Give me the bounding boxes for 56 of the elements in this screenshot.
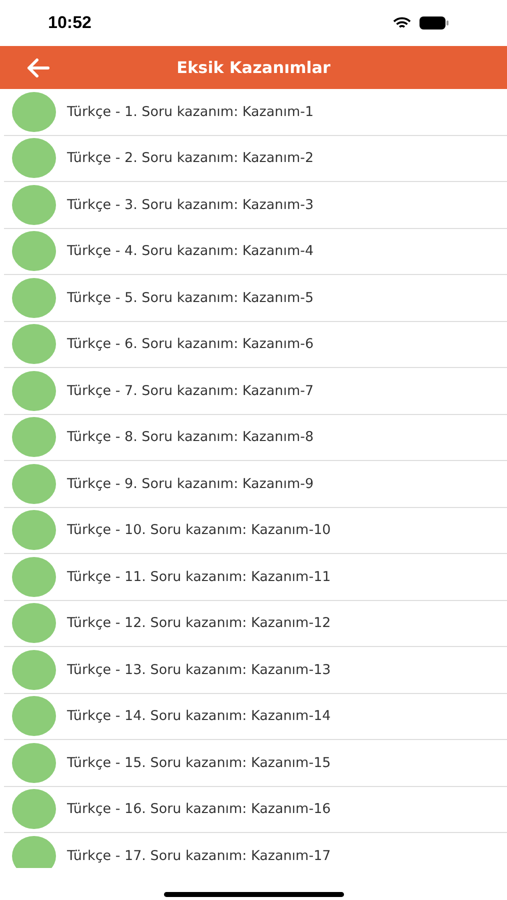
list-item[interactable]: Türkçe - 14. Soru kazanım: Kazanım-14 xyxy=(4,694,507,740)
item-text: Türkçe - 15. Soru kazanım: Kazanım-15 xyxy=(67,754,331,771)
item-text: Türkçe - 11. Soru kazanım: Kazanım-11 xyxy=(67,568,331,585)
item-text: Türkçe - 4. Soru kazanım: Kazanım-4 xyxy=(67,243,314,260)
list-item[interactable]: Türkçe - 11. Soru kazanım: Kazanım-11 xyxy=(4,554,507,600)
item-text: Türkçe - 10. Soru kazanım: Kazanım-10 xyxy=(67,522,331,538)
list-item[interactable]: Türkçe - 10. Soru kazanım: Kazanım-10 xyxy=(4,508,507,554)
list-item[interactable]: Türkçe - 3. Soru kazanım: Kazanım-3 xyxy=(4,182,507,228)
status-dot xyxy=(12,324,56,364)
status-dot xyxy=(12,92,56,132)
status-dot xyxy=(12,278,56,318)
status-dot xyxy=(12,417,56,458)
wifi-icon xyxy=(393,16,411,30)
status-dot xyxy=(12,184,56,225)
status-dot xyxy=(12,603,56,644)
item-text: Türkçe - 12. Soru kazanım: Kazanım-12 xyxy=(67,615,331,632)
list-item[interactable]: Türkçe - 5. Soru kazanım: Kazanım-5 xyxy=(4,275,507,322)
item-text: Türkçe - 13. Soru kazanım: Kazanım-13 xyxy=(67,662,331,678)
item-text: Türkçe - 9. Soru kazanım: Kazanım-9 xyxy=(67,476,314,492)
list-item[interactable]: Türkçe - 4. Soru kazanım: Kazanım-4 xyxy=(4,228,507,275)
status-dot xyxy=(12,231,56,272)
list-item[interactable]: Türkçe - 16. Soru kazanım: Kazanım-16 xyxy=(4,786,507,833)
back-arrow-icon xyxy=(26,58,50,78)
status-dot xyxy=(12,696,56,736)
status-dot xyxy=(12,556,56,597)
list-item[interactable]: Türkçe - 1. Soru kazanım: Kazanım-1 xyxy=(4,89,507,136)
item-text: Türkçe - 7. Soru kazanım: Kazanım-7 xyxy=(67,382,314,399)
status-dot xyxy=(12,650,56,690)
status-time: 10:52 xyxy=(48,13,92,33)
header-title: Eksik Kazanımlar xyxy=(176,58,330,77)
list-item[interactable]: Türkçe - 6. Soru kazanım: Kazanım-6 xyxy=(4,322,507,368)
status-dot xyxy=(12,370,56,411)
item-text: Türkçe - 6. Soru kazanım: Kazanım-6 xyxy=(67,336,314,352)
list-item[interactable]: Türkçe - 13. Soru kazanım: Kazanım-13 xyxy=(4,647,507,694)
status-dot xyxy=(12,789,56,830)
list-item[interactable]: Türkçe - 15. Soru kazanım: Kazanım-15 xyxy=(4,740,507,786)
item-text: Türkçe - 17. Soru kazanım: Kazanım-17 xyxy=(67,848,331,864)
list-item[interactable]: Türkçe - 17. Soru kazanım: Kazanım-17 xyxy=(4,833,507,868)
status-dot xyxy=(12,510,56,550)
status-dot xyxy=(12,836,56,868)
list-item[interactable]: Türkçe - 2. Soru kazanım: Kazanım-2 xyxy=(4,136,507,182)
item-text: Türkçe - 3. Soru kazanım: Kazanım-3 xyxy=(67,196,314,213)
item-text: Türkçe - 16. Soru kazanım: Kazanım-16 xyxy=(67,801,331,818)
item-text: Türkçe - 5. Soru kazanım: Kazanım-5 xyxy=(67,290,314,306)
status-dot xyxy=(12,742,56,783)
item-text: Türkçe - 2. Soru kazanım: Kazanım-2 xyxy=(67,150,314,166)
list-item[interactable]: Türkçe - 9. Soru kazanım: Kazanım-9 xyxy=(4,461,507,508)
item-text: Türkçe - 1. Soru kazanım: Kazanım-1 xyxy=(67,104,314,120)
list-item[interactable]: Türkçe - 7. Soru kazanım: Kazanım-7 xyxy=(4,368,507,414)
list-item[interactable]: Türkçe - 12. Soru kazanım: Kazanım-12 xyxy=(4,600,507,647)
item-text: Türkçe - 8. Soru kazanım: Kazanım-8 xyxy=(67,429,314,446)
battery-icon xyxy=(419,16,449,30)
status-dot xyxy=(12,138,56,178)
list-item[interactable]: Türkçe - 8. Soru kazanım: Kazanım-8 xyxy=(4,414,507,461)
item-text: Türkçe - 14. Soru kazanım: Kazanım-14 xyxy=(67,708,331,724)
status-dot xyxy=(12,464,56,504)
